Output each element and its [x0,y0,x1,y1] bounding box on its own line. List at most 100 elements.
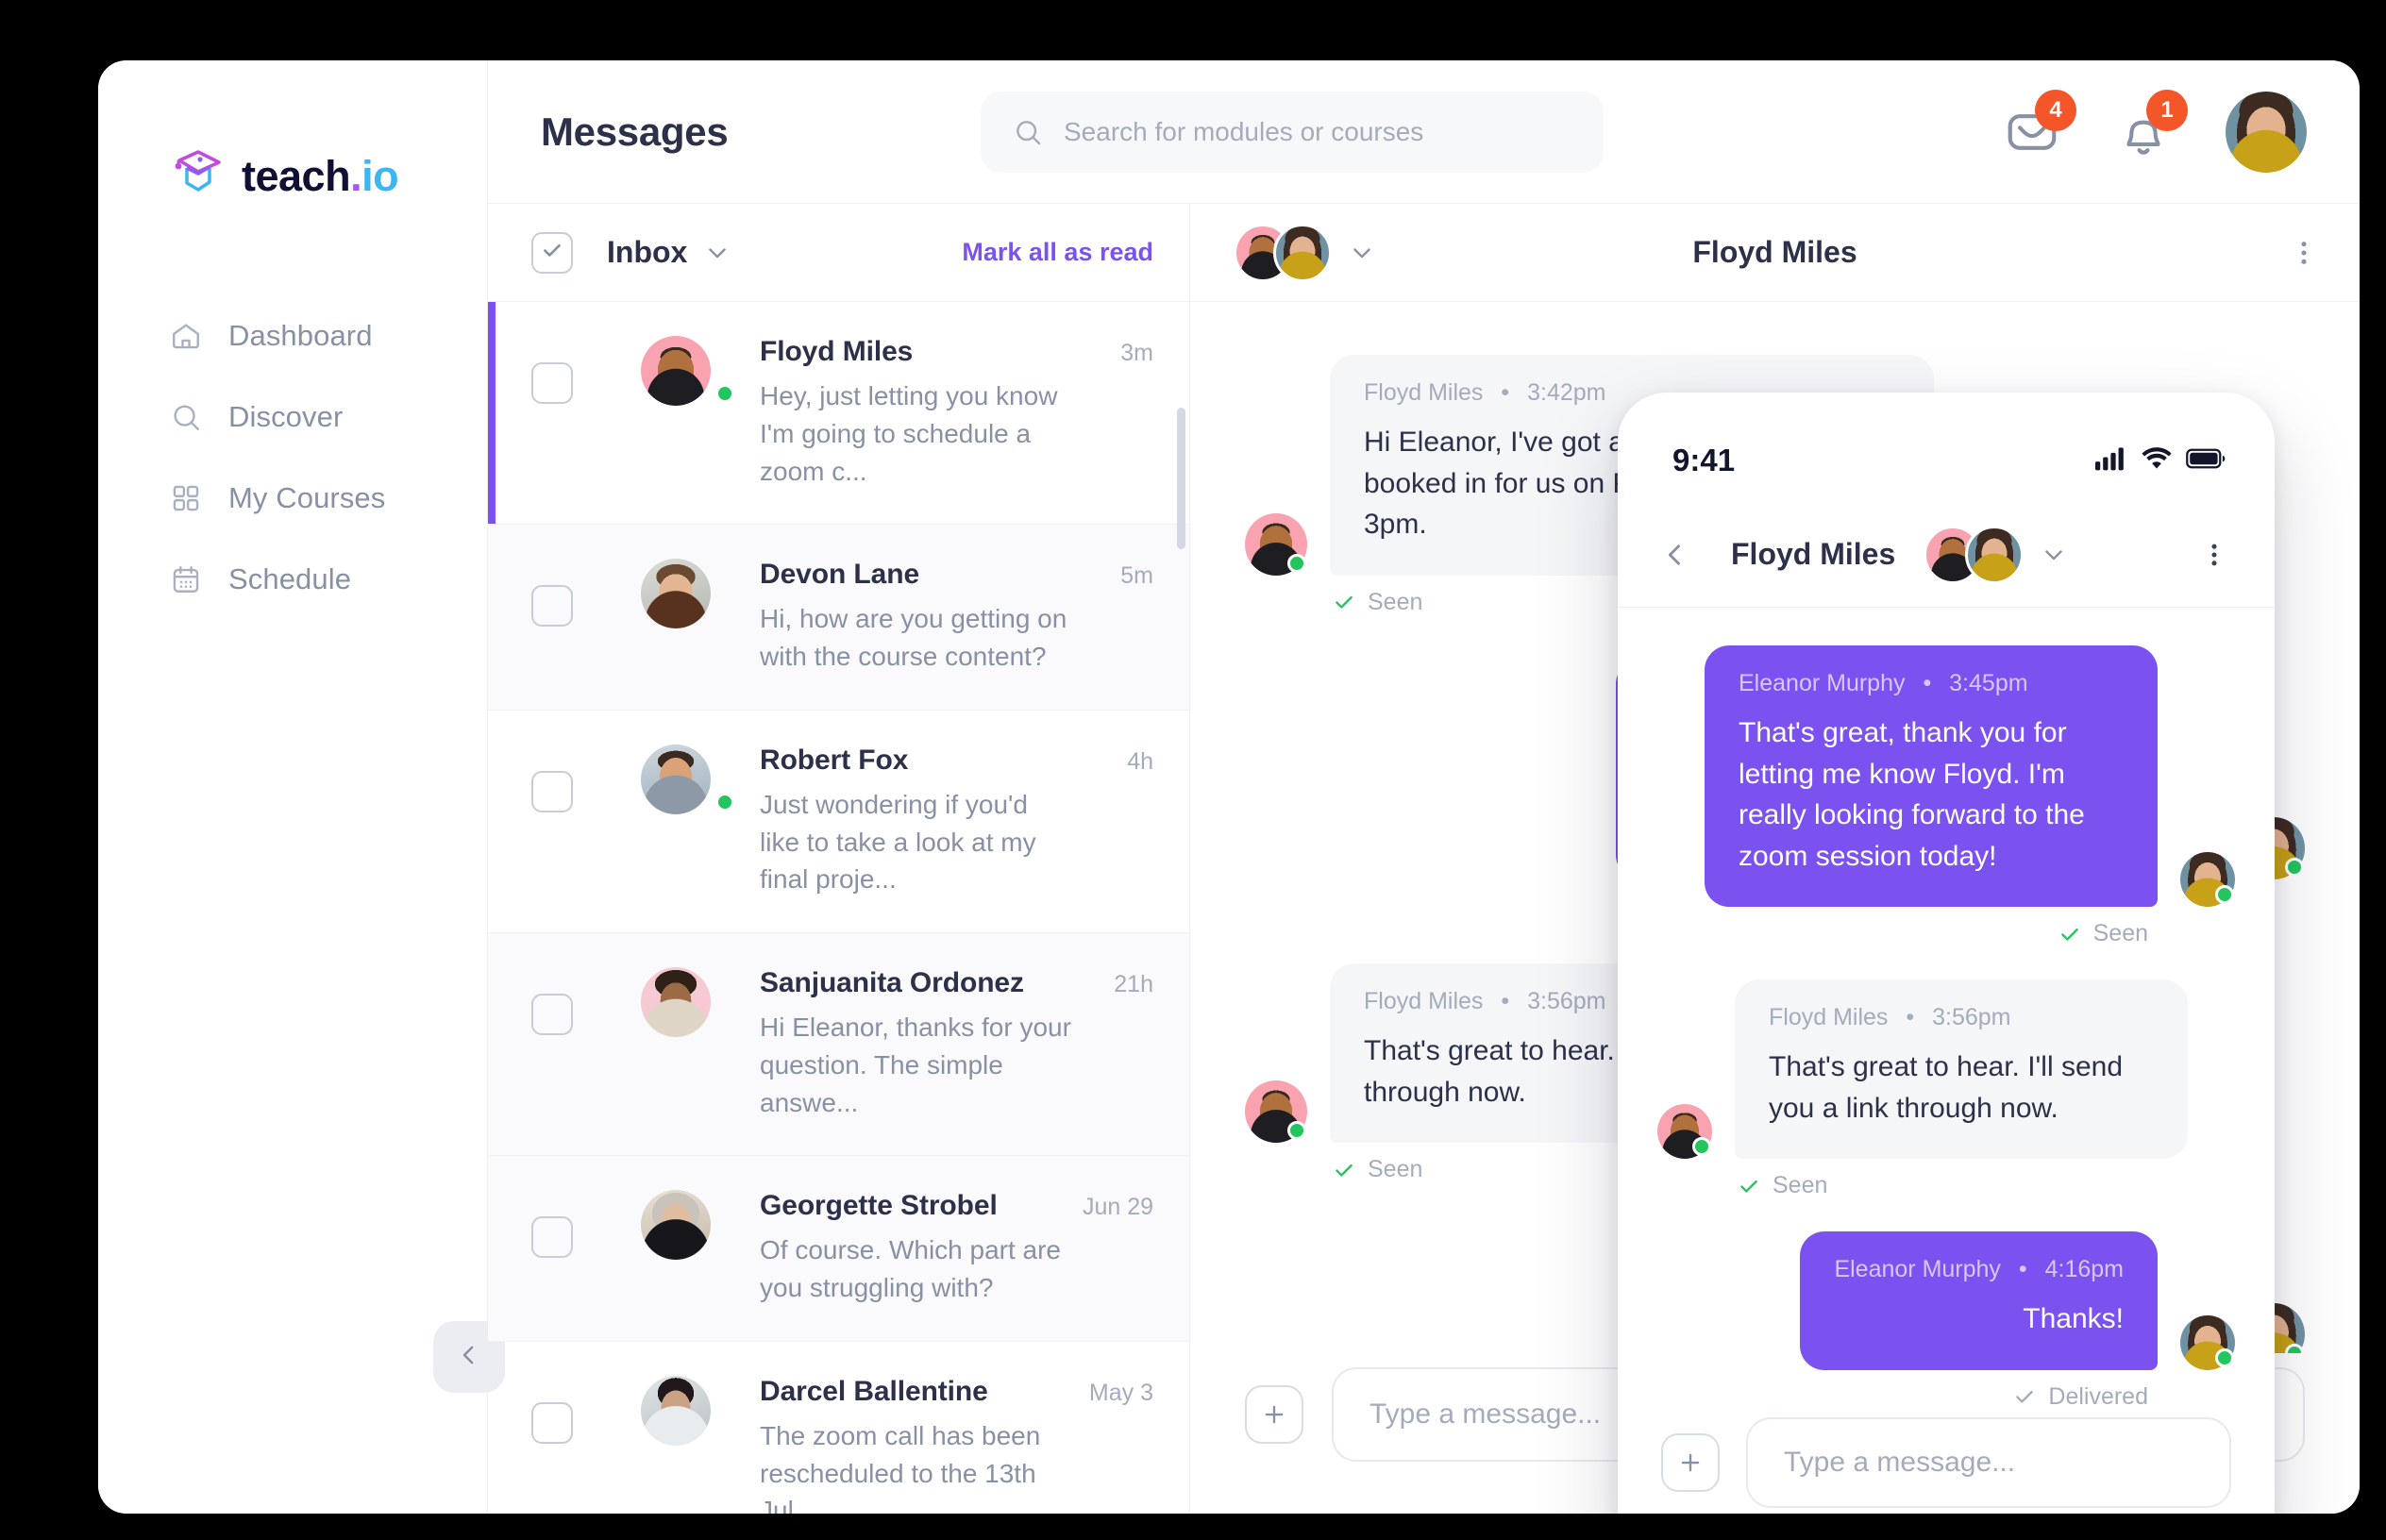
grid-icon [170,482,202,514]
scrollbar-thumb[interactable] [1177,408,1185,549]
phone-message-composer: Type a message... [1618,1412,2275,1514]
message-bubble[interactable]: Floyd Miles • 3:56pm That's great to hea… [1735,979,2188,1159]
avatar [607,744,735,814]
messages-badge: 4 [2035,89,2076,131]
thread-body: Darcel Ballentine May 3 The zoom call ha… [760,1376,1153,1514]
list-item[interactable]: Sanjuanita Ordonez 21h Hi Eleanor, thank… [488,933,1189,1157]
more-vertical-icon[interactable] [2288,237,2320,269]
online-status-dot [2215,885,2234,904]
select-all-checkbox[interactable] [531,231,573,274]
thread-checkbox[interactable] [531,362,573,404]
check-icon [1737,1174,1761,1198]
avatar[interactable] [2226,91,2307,173]
bell-icon [2114,120,2173,165]
avatar [607,336,735,406]
envelope-icon [2003,113,2061,165]
search-placeholder: Search for modules or courses [1064,116,1424,146]
thread-body: Robert Fox 4h Just wondering if you'd li… [760,745,1153,898]
graduation-cap-icon [170,147,227,205]
chevron-left-icon [455,1341,483,1374]
thread-checkbox[interactable] [531,1216,573,1259]
message-input-placeholder: Type a message... [1369,1398,1602,1430]
notifications-badge: 1 [2146,89,2188,131]
message-bubble[interactable]: Eleanor Murphy • 4:16pm Thanks! [1800,1231,2158,1370]
thread-snippet: Hi Eleanor, thanks for your question. Th… [760,1013,1071,1117]
search-icon [1013,117,1043,147]
thread-name: Floyd Miles [760,336,914,367]
status-label: Seen [1368,1156,1423,1182]
thread-checkbox[interactable] [531,770,573,812]
sidebar-item-my-courses[interactable]: My Courses [98,458,487,539]
avatar [607,559,735,629]
thread-time: 3m [1120,340,1153,366]
chevron-down-icon[interactable] [704,240,731,266]
more-vertical-icon[interactable] [2199,540,2229,570]
logo-text: teach.io [242,151,399,200]
message-text: That's great, thank you for letting me k… [1739,717,2085,872]
thread-time: May 3 [1088,1379,1153,1406]
status-label: Seen [1773,1172,1828,1198]
conversation-header: Floyd Miles [1190,204,2360,302]
thread-name: Devon Lane [760,559,920,591]
sidebar-item-label: Dashboard [228,319,373,352]
phone-message-input-placeholder: Type a message... [1784,1447,2016,1478]
plus-icon[interactable] [1661,1433,1720,1492]
phone-conversation-title: Floyd Miles [1731,537,1896,571]
thread-checkbox[interactable] [531,585,573,628]
mark-all-as-read-button[interactable]: Mark all as read [962,238,1153,267]
list-item[interactable]: Georgette Strobel Jun 29 Of course. Whic… [488,1156,1189,1342]
thread-snippet: Hi, how are you getting on with the cour… [760,604,1067,671]
chevron-left-icon[interactable] [1659,539,1691,571]
check-icon [1332,1158,1356,1182]
list-item[interactable]: Devon Lane 5m Hi, how are you getting on… [488,525,1189,711]
message-status: Delivered [1657,1383,2148,1411]
sidebar-item-schedule[interactable]: Schedule [98,539,487,620]
top-bar: Messages Search for modules or courses 4 [488,60,2360,204]
phone-status-icons [2095,446,2226,476]
participants-avatars[interactable] [1234,223,1332,282]
message-row: Eleanor Murphy • 4:16pm Thanks! [1657,1231,2235,1370]
sidebar-item-discover[interactable]: Discover [98,377,487,458]
phone-clock: 9:41 [1672,443,1736,477]
sidebar-item-dashboard[interactable]: Dashboard [98,295,487,377]
message-bubble[interactable]: Eleanor Murphy • 3:45pm That's great, th… [1705,645,2158,907]
sidebar-nav: Dashboard Discover My Courses Schedule [98,295,487,620]
message-meta: Eleanor Murphy • 4:16pm [1834,1256,2124,1282]
checkbox-checked-icon [540,238,564,267]
message-meta: Floyd Miles • 3:56pm [1769,1004,2011,1030]
list-item[interactable]: Robert Fox 4h Just wondering if you'd li… [488,711,1189,933]
sidebar-item-label: Schedule [228,562,352,595]
thread-time: Jun 29 [1082,1194,1153,1221]
avatar [1245,512,1307,576]
list-item[interactable]: Darcel Ballentine May 3 The zoom call ha… [488,1342,1189,1514]
phone-message-list: Eleanor Murphy • 3:45pm That's great, th… [1618,608,2275,1412]
mobile-preview-overlay: 9:41 Floyd Miles Eleanor Murphy • 3:45pm… [1618,393,2275,1514]
search-input[interactable]: Search for modules or courses [981,91,1604,173]
app-logo[interactable]: teach.io [98,60,487,205]
avatar [2180,852,2235,907]
thread-snippet: Just wondering if you'd like to take a l… [760,789,1036,895]
messages-button[interactable]: 4 [2003,89,2076,161]
phone-message-input[interactable]: Type a message... [1746,1417,2231,1508]
status-label: Delivered [2048,1382,2148,1410]
thread-body: Devon Lane 5m Hi, how are you getting on… [760,559,1153,676]
chevron-down-icon[interactable] [1349,240,1375,266]
list-item[interactable]: Floyd Miles 3m Hey, just letting you kno… [488,302,1189,526]
message-status: Seen [1657,920,2148,947]
thread-checkbox[interactable] [531,994,573,1035]
check-icon [2058,922,2082,946]
thread-snippet: Hey, just letting you know I'm going to … [760,381,1058,486]
thread-time: 4h [1127,747,1153,775]
thread-time: 21h [1114,971,1153,997]
thread-checkbox[interactable] [531,1401,573,1444]
sidebar-item-label: My Courses [228,481,386,514]
wifi-icon [2141,446,2173,476]
plus-icon[interactable] [1245,1385,1303,1444]
sidebar: teach.io Dashboard Discover My Courses S… [98,60,505,1514]
thread-list[interactable]: Floyd Miles 3m Hey, just letting you kno… [488,302,1189,1514]
notifications-button[interactable]: 1 [2114,89,2188,161]
page-title: Messages [541,109,729,154]
phone-participants-avatars[interactable] [1924,525,2025,584]
inbox-scrollbar[interactable] [1177,408,1185,1514]
chevron-down-icon[interactable] [2041,542,2067,568]
